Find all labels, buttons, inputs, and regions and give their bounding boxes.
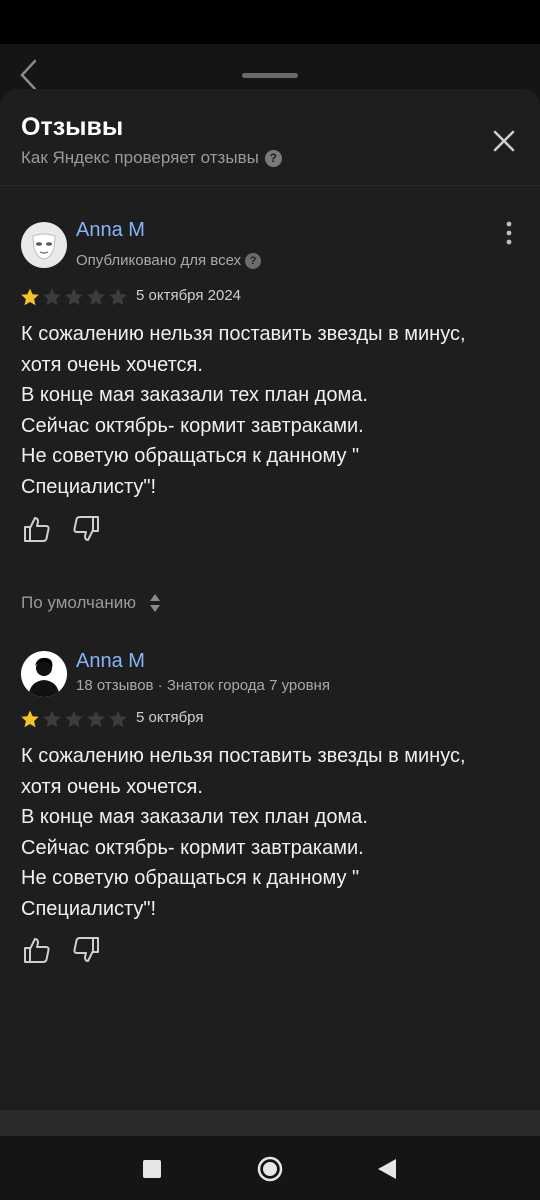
sort-arrows-icon: [149, 594, 160, 612]
sheet-title: Отзывы: [21, 113, 124, 141]
reviews-sheet: Отзывы Как Яндекс проверяет отзывы ? Ann…: [0, 89, 540, 1110]
avatar[interactable]: [21, 651, 67, 697]
more-vertical-icon[interactable]: [500, 220, 518, 246]
thumbs-up-icon[interactable]: [22, 935, 52, 965]
thumbs-down-icon[interactable]: [71, 935, 101, 965]
thumbs-down-icon[interactable]: [71, 514, 101, 544]
star-filled-icon: [21, 710, 39, 728]
star-empty-icon: [65, 710, 83, 728]
star-empty-icon: [43, 288, 61, 306]
publish-status[interactable]: Опубликовано для всех ?: [76, 252, 262, 269]
sheet-header: Отзывы Как Яндекс проверяет отзывы ?: [0, 89, 540, 186]
bottom-strip: [0, 1110, 540, 1136]
author-name[interactable]: Anna M: [76, 650, 145, 673]
star-empty-icon: [43, 710, 61, 728]
sort-selector[interactable]: По умолчанию: [21, 592, 162, 614]
star-empty-icon: [87, 710, 105, 728]
star-empty-icon: [65, 288, 83, 306]
star-empty-icon: [87, 288, 105, 306]
question-circle-icon: ?: [245, 252, 262, 269]
review-text: К сожалению нельзя поставить звезды в ми…: [21, 745, 466, 920]
publish-status-label: Опубликовано для всех: [76, 252, 242, 269]
star-empty-icon: [109, 288, 127, 306]
author-meta: 18 отзывов · Знаток города 7 уровня: [76, 677, 330, 694]
verification-link[interactable]: Как Яндекс проверяет отзывы ?: [21, 148, 282, 168]
triangle-back-icon[interactable]: [372, 1154, 402, 1184]
system-navbar: [0, 1136, 540, 1200]
thumbs-up-icon[interactable]: [22, 514, 52, 544]
status-bar: [0, 0, 540, 44]
square-icon[interactable]: [137, 1154, 167, 1184]
review-text: К сожалению нельзя поставить звезды в ми…: [21, 323, 466, 498]
sheet-grabber[interactable]: [242, 73, 298, 78]
close-icon[interactable]: [490, 127, 518, 155]
review-date: 5 октября: [136, 709, 204, 726]
verification-link-label: Как Яндекс проверяет отзывы: [21, 148, 259, 167]
author-name[interactable]: Anna M: [76, 219, 145, 242]
chevron-left-icon[interactable]: [16, 58, 40, 92]
review-date: 5 октября 2024: [136, 287, 241, 304]
sort-label: По умолчанию: [21, 593, 136, 612]
rating-stars: [20, 709, 128, 729]
person-silhouette-icon: [28, 657, 60, 697]
mask-icon: [32, 233, 56, 260]
rating-stars: [20, 287, 128, 307]
question-circle-icon: ?: [264, 149, 282, 167]
circle-icon[interactable]: [255, 1154, 285, 1184]
star-empty-icon: [109, 710, 127, 728]
star-filled-icon: [21, 288, 39, 306]
avatar: [21, 222, 67, 268]
